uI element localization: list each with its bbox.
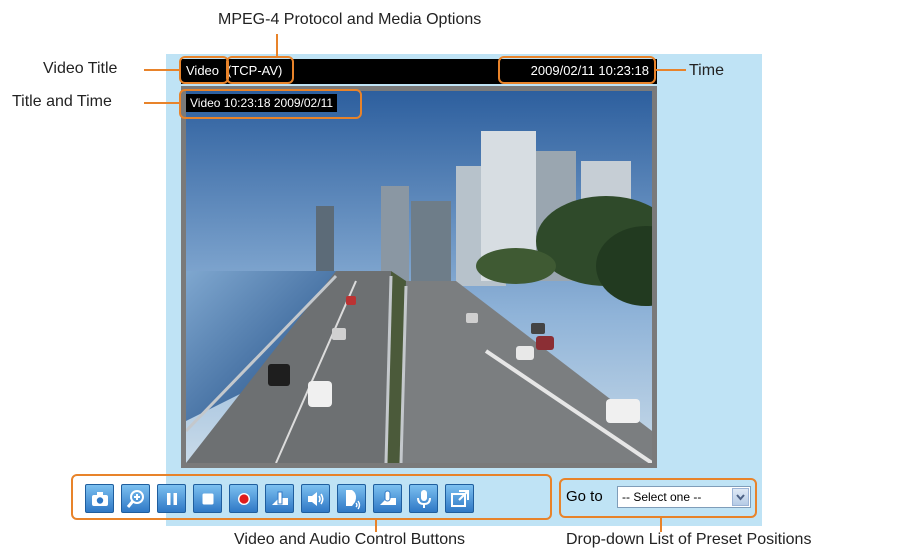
control-buttons-highlight	[71, 474, 552, 520]
controls-callout: Video and Audio Control Buttons	[234, 531, 465, 548]
live-video-image	[186, 91, 652, 463]
video-stream[interactable]	[186, 91, 652, 463]
time-callout: Time	[689, 62, 724, 79]
protocol-highlight	[226, 56, 294, 84]
title-and-time-callout: Title and Time	[12, 93, 112, 110]
mpeg4-leader	[276, 34, 278, 56]
title-and-time-leader	[144, 102, 179, 104]
preset-list-highlight	[559, 478, 757, 518]
title-and-time-highlight	[179, 89, 362, 119]
video-title-leader	[144, 69, 179, 71]
time-highlight	[498, 56, 656, 84]
preset-callout: Drop-down List of Preset Positions	[566, 531, 812, 548]
time-leader	[656, 69, 686, 71]
mpeg4-callout: MPEG-4 Protocol and Media Options	[218, 11, 482, 28]
preset-leader	[660, 518, 662, 532]
video-title-highlight	[179, 56, 229, 84]
video-title-callout: Video Title	[43, 60, 118, 77]
